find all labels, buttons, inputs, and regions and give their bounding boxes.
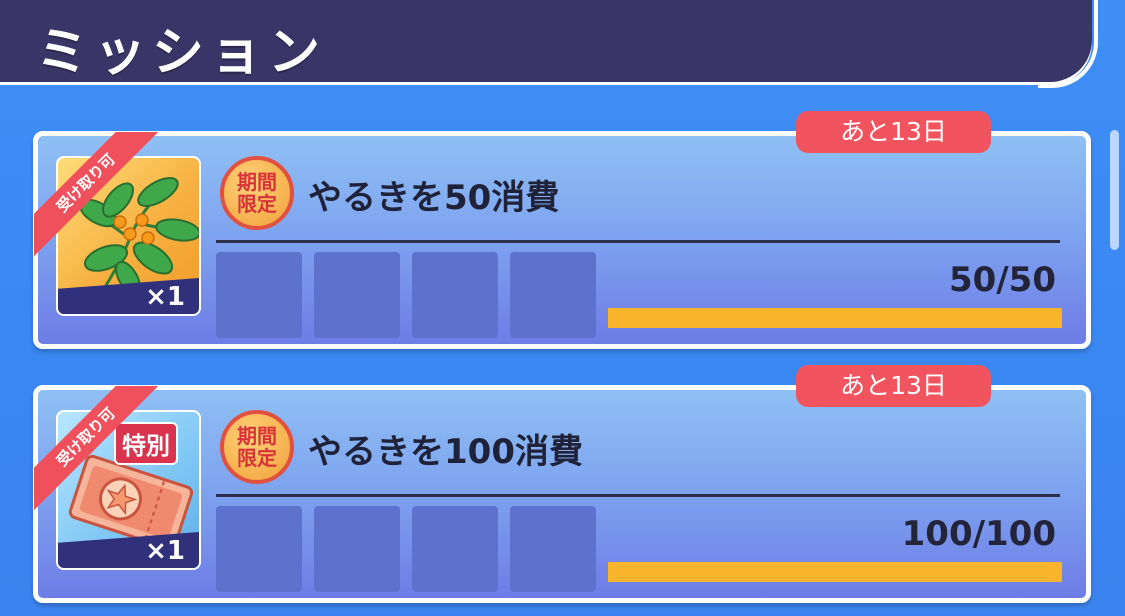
mission-card[interactable]: あと13日 受け取り可 ×1 期間 限定 やるきを50消費 50/50 [33,111,1091,349]
reward-slot [314,252,400,338]
claimable-ribbon: 受け取り可 [34,386,174,526]
progress-fill [608,562,1062,582]
claimable-ribbon: 受け取り可 [34,132,174,272]
progress-text: 50/50 [948,260,1056,300]
reward-slot [216,252,302,338]
reward-slot [412,252,498,338]
deadline-badge: あと13日 [796,111,991,153]
reward-quantity: ×1 [145,282,185,312]
reward-slot [314,506,400,592]
deadline-badge: あと13日 [796,365,991,407]
claimable-ribbon-label: 受け取り可 [34,132,161,258]
progress-bar [608,562,1062,582]
mission-title: やるきを50消費 [308,178,560,218]
reward-quantity: ×1 [145,536,185,566]
mission-title: やるきを100消費 [308,432,583,472]
progress-fill [608,308,1062,328]
reward-slot [412,506,498,592]
header-bar: ミッション [0,0,1098,88]
divider [216,494,1060,497]
progress-text: 100/100 [901,514,1056,554]
reward-slot [510,506,596,592]
scrollbar[interactable] [1110,130,1119,250]
header-outline [1038,0,1098,88]
divider [216,240,1060,243]
progress-bar [608,308,1062,328]
reward-slot [510,252,596,338]
mission-card[interactable]: あと13日 受け取り可 特別 ×1 期間 限定 やるきを100消費 100/100 [33,365,1091,603]
limited-time-badge: 期間 限定 [220,410,294,484]
claimable-ribbon-label: 受け取り可 [34,386,161,512]
limited-time-badge: 期間 限定 [220,156,294,230]
reward-slot [216,506,302,592]
page-title: ミッション [36,23,327,83]
